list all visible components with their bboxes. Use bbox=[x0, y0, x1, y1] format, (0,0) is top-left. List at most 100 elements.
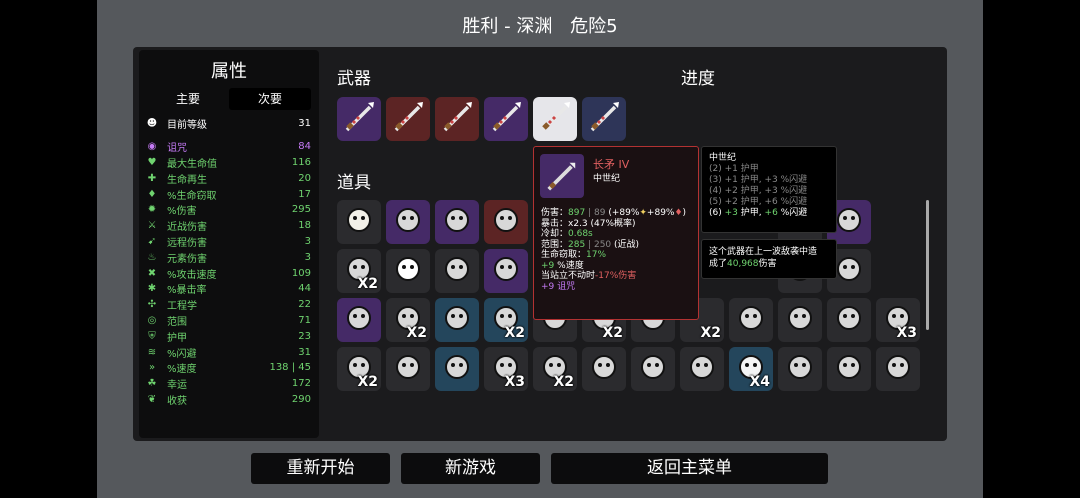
item-slot[interactable] bbox=[337, 298, 381, 342]
stat-row[interactable]: ♥ 最大生命值 116 bbox=[145, 155, 311, 171]
stat-value: 138 | 45 bbox=[269, 362, 311, 374]
weapon-slot[interactable] bbox=[386, 97, 430, 141]
stat-row[interactable]: ⛨ 护甲 23 bbox=[145, 328, 311, 344]
damage-dealt-suffix: 伤害 bbox=[758, 259, 777, 269]
curse-icon: ◉ bbox=[147, 141, 157, 153]
stat-row[interactable]: ⚔ 近战伤害 18 bbox=[145, 218, 311, 234]
egg-face-icon bbox=[341, 202, 377, 242]
weapon-tooltip: 长矛 IV 中世纪 伤害：897 | 89 (+89%✦+89%♦) 暴击：x2… bbox=[533, 146, 699, 320]
item-slot[interactable] bbox=[827, 298, 871, 342]
standing-label: 当站立不动时 bbox=[541, 271, 596, 281]
stat-row[interactable]: ◎ 范围 71 bbox=[145, 313, 311, 329]
active-armor-label: 护甲, bbox=[740, 208, 762, 218]
stat-row[interactable]: ♦ %生命窃取 17 bbox=[145, 186, 311, 202]
item-slot[interactable] bbox=[631, 347, 675, 391]
bloody-syringe-icon bbox=[390, 202, 426, 242]
stat-row[interactable]: ✖ %攻击速度 109 bbox=[145, 265, 311, 281]
harvest-icon: ❦ bbox=[147, 393, 157, 405]
stat-value: 172 bbox=[291, 378, 311, 390]
item-slot[interactable]: X2 bbox=[337, 347, 381, 391]
item-slot[interactable] bbox=[386, 249, 430, 293]
item-slot[interactable] bbox=[435, 298, 479, 342]
stat-label: 元素伤害 bbox=[167, 253, 207, 265]
weapons-heading: 武器 bbox=[337, 69, 371, 89]
restart-button[interactable]: 重新开始 bbox=[251, 453, 390, 484]
cooldown-value: 0.68s bbox=[568, 229, 593, 239]
tab-secondary[interactable]: 次要 bbox=[229, 88, 311, 110]
stat-row[interactable]: ✚ 生命再生 20 bbox=[145, 170, 311, 186]
speed-icon: » bbox=[148, 362, 156, 374]
damage-dealt-prefix: 成了 bbox=[709, 259, 728, 269]
main-menu-button[interactable]: 返回主菜单 bbox=[551, 453, 828, 484]
item-slot[interactable] bbox=[435, 200, 479, 244]
spear-icon bbox=[390, 99, 426, 139]
stat-row[interactable]: ✣ 工程学 22 bbox=[145, 297, 311, 313]
item-slot[interactable]: X3 bbox=[484, 347, 528, 391]
item-slot[interactable] bbox=[680, 347, 724, 391]
item-slot[interactable] bbox=[435, 347, 479, 391]
armor-icon: ⛨ bbox=[148, 330, 156, 342]
stat-row[interactable]: ✹ %伤害 295 bbox=[145, 202, 311, 218]
stat-row[interactable]: ➹ 远程伤害 3 bbox=[145, 234, 311, 250]
item-slot[interactable]: X2 bbox=[386, 298, 430, 342]
item-slot[interactable] bbox=[729, 298, 773, 342]
new-game-button[interactable]: 新游戏 bbox=[401, 453, 540, 484]
page-title: 胜利 - 深渊 危险5 bbox=[97, 12, 983, 38]
weapon-slot[interactable] bbox=[484, 97, 528, 141]
weapon-slot[interactable] bbox=[337, 97, 381, 141]
curse-label: 诅咒 bbox=[557, 281, 576, 292]
left-letterbox bbox=[0, 0, 97, 498]
item-slot[interactable] bbox=[484, 200, 528, 244]
active-armor: +3 bbox=[724, 208, 738, 218]
luck-icon: ☘ bbox=[147, 378, 157, 390]
item-slot[interactable] bbox=[582, 347, 626, 391]
item-slot[interactable] bbox=[827, 347, 871, 391]
stat-value: 22 bbox=[298, 299, 311, 311]
stat-row[interactable]: ◉ 诅咒 84 bbox=[145, 139, 311, 155]
tooltip-crit-line: 暴击：x2.3 (47%概率) bbox=[541, 219, 686, 230]
stat-row[interactable]: ≋ %闪避 31 bbox=[145, 344, 311, 360]
item-count: X3 bbox=[896, 325, 917, 341]
lifesteal-value: 17% bbox=[586, 250, 607, 260]
stat-label: 工程学 bbox=[167, 301, 197, 313]
tooltip-weapon-icon bbox=[540, 154, 584, 198]
item-slot[interactable]: X2 bbox=[484, 298, 528, 342]
stat-row[interactable]: ✱ %暴击率 44 bbox=[145, 281, 311, 297]
item-slot[interactable] bbox=[876, 347, 920, 391]
spear-icon bbox=[586, 99, 622, 139]
items-scrollbar[interactable] bbox=[926, 200, 929, 330]
weapon-slot[interactable] bbox=[435, 97, 479, 141]
item-slot[interactable]: X3 bbox=[876, 298, 920, 342]
item-slot[interactable] bbox=[778, 347, 822, 391]
item-slot[interactable] bbox=[778, 298, 822, 342]
stat-value: 31 bbox=[298, 346, 311, 358]
spear-icon bbox=[341, 99, 377, 139]
item-slot[interactable]: X2 bbox=[337, 249, 381, 293]
item-count: X3 bbox=[504, 374, 525, 390]
elemental-icon: ♨ bbox=[147, 251, 157, 263]
item-slot[interactable]: X2 bbox=[533, 347, 577, 391]
ninja-head-icon bbox=[880, 349, 916, 389]
stat-row-level: ☻ 目前等级 31 bbox=[145, 116, 311, 132]
item-slot[interactable] bbox=[386, 347, 430, 391]
lifesteal-label: 生命窃取： bbox=[541, 250, 587, 260]
stat-row[interactable]: ♨ 元素伤害 3 bbox=[145, 249, 311, 265]
item-slot[interactable] bbox=[435, 249, 479, 293]
cooldown-label: 冷却： bbox=[541, 229, 569, 239]
damage-dealt-tooltip: 这个武器在上一波敌袭中造 成了40,968伤害 bbox=[701, 239, 837, 279]
stat-row[interactable]: ☘ 幸运 172 bbox=[145, 376, 311, 392]
set-bonus-line: (4) +2 护甲, +3 %闪避 bbox=[709, 186, 808, 196]
claw-icon bbox=[635, 349, 671, 389]
item-slot[interactable]: X4 bbox=[729, 347, 773, 391]
paper-icon bbox=[733, 300, 769, 340]
tab-primary[interactable]: 主要 bbox=[147, 88, 229, 110]
weapon-slot[interactable] bbox=[533, 97, 577, 141]
stat-row[interactable]: » %速度 138 | 45 bbox=[145, 360, 311, 376]
stat-row[interactable]: ❦ 收获 290 bbox=[145, 392, 311, 408]
tooltip-damage-line: 伤害：897 | 89 (+89%✦+89%♦) bbox=[541, 208, 687, 218]
item-slot[interactable] bbox=[484, 249, 528, 293]
item-slot[interactable] bbox=[386, 200, 430, 244]
weapon-slot[interactable] bbox=[582, 97, 626, 141]
item-slot[interactable] bbox=[337, 200, 381, 244]
set-name: 中世纪 bbox=[709, 153, 737, 163]
